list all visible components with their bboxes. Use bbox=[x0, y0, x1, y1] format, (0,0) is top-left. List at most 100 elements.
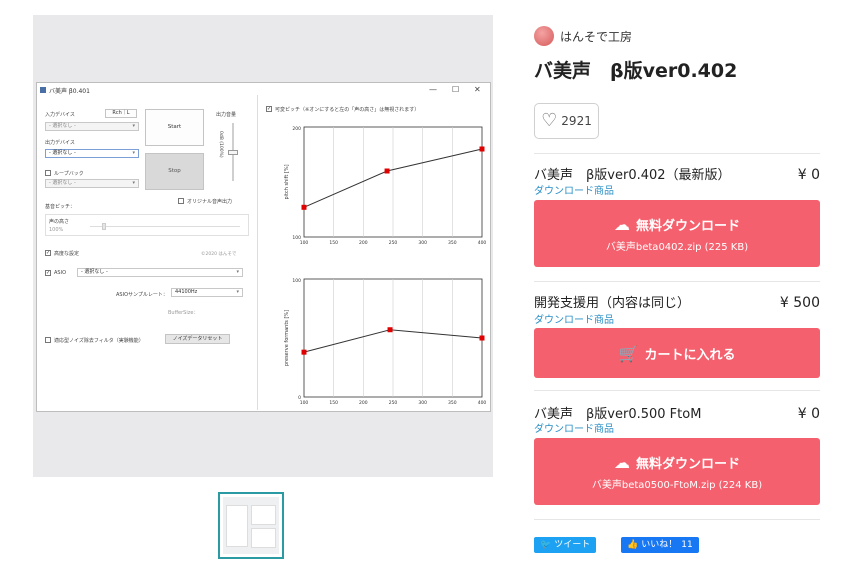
avatar bbox=[534, 26, 554, 46]
thumbs-up-icon: 👍 bbox=[627, 540, 639, 550]
chart-area: 100 150 200 250 300 350 400 200 100 pitch shift [… bbox=[284, 126, 487, 406]
data-point bbox=[479, 146, 485, 152]
add-to-cart-button[interactable]: 🛒 カートに入れる bbox=[534, 328, 820, 378]
app-titlebar: バ美声 β0.401 — ☐ ✕ bbox=[37, 83, 490, 97]
file-info: バ美声beta0500-FtoM.zip (224 KB) bbox=[591, 480, 763, 491]
x-tick-label: 150 bbox=[329, 400, 338, 406]
app-copyright: ©2020 はんそで bbox=[201, 252, 237, 257]
x-tick-label: 300 bbox=[418, 240, 427, 246]
panel-divider bbox=[257, 95, 258, 410]
item-price: ¥ 500 bbox=[779, 295, 820, 311]
y-axis-label: pitch shift [%] bbox=[284, 164, 290, 199]
original-output-checkbox bbox=[178, 198, 184, 204]
asio-checkbox: ✓ bbox=[45, 270, 51, 276]
thumbnail-left-panel bbox=[226, 505, 248, 547]
buffer-size-label: BufferSize： bbox=[168, 310, 199, 316]
item-type: ダウンロード商品 bbox=[534, 315, 614, 326]
y-tick-label: 0 bbox=[298, 395, 301, 401]
data-point bbox=[479, 335, 485, 341]
voice-height-thumb bbox=[102, 223, 106, 230]
cloud-download-icon: ☁ bbox=[613, 215, 630, 234]
cta-label: 無料ダウンロード bbox=[635, 219, 740, 234]
y-axis-label: preserve formants [%] bbox=[284, 310, 290, 366]
cloud-download-icon: ☁ bbox=[613, 453, 630, 472]
x-tick-label: 400 bbox=[478, 240, 487, 246]
x-tick-label: 400 bbox=[478, 400, 487, 406]
data-point bbox=[384, 168, 390, 174]
asio-select: - 選択なし - ▾ bbox=[77, 268, 243, 277]
creator-name: はんそで工房 bbox=[560, 29, 633, 44]
x-tick-label: 100 bbox=[300, 240, 309, 246]
variable-pitch-label: 可変ピッチ（※オンにすると左の「声の高さ」は無視されます） bbox=[275, 107, 420, 113]
item-type: ダウンロード商品 bbox=[534, 424, 614, 435]
close-icon: ✕ bbox=[474, 85, 481, 94]
volume-slider-thumb bbox=[228, 150, 238, 155]
output-volume-label: 出力音量 bbox=[216, 112, 237, 118]
app-icon bbox=[40, 87, 46, 93]
item-name: 開発支援用（内容は同じ） bbox=[534, 296, 691, 311]
item-price: ¥ 0 bbox=[797, 406, 820, 422]
data-point bbox=[301, 204, 307, 210]
file-info: バ美声beta0402.zip (225 KB) bbox=[605, 242, 749, 253]
voice-height-label: 声の高さ bbox=[49, 219, 70, 225]
x-tick-label: 300 bbox=[418, 400, 427, 406]
free-download-button[interactable]: ☁ 無料ダウンロード バ美声beta0500-FtoM.zip (224 KB) bbox=[534, 438, 820, 505]
item-name: バ美声 β版ver0.402（最新版） bbox=[534, 168, 731, 183]
heart-icon: ♡ bbox=[541, 110, 558, 131]
asio-label: ASIO bbox=[54, 270, 67, 276]
item-type: ダウンロード商品 bbox=[534, 186, 614, 197]
thumbnail-image bbox=[223, 497, 279, 554]
twitter-icon: 🐦 bbox=[540, 540, 552, 550]
y-tick-label: 200 bbox=[292, 126, 301, 132]
stop-button: Stop bbox=[145, 153, 204, 190]
product-title: バ美声 β版ver0.402 bbox=[534, 60, 738, 82]
cta-label: 無料ダウンロード bbox=[635, 457, 740, 472]
creator-link[interactable]: はんそで工房 bbox=[534, 26, 632, 46]
data-point bbox=[301, 349, 307, 355]
y-tick-label: 100 bbox=[292, 278, 301, 284]
x-tick-label: 100 bbox=[300, 400, 309, 406]
divider bbox=[534, 153, 820, 154]
fb-like-count: 11 bbox=[681, 540, 693, 550]
channel-toggle: Rch｜L bbox=[105, 109, 137, 118]
x-tick-label: 150 bbox=[329, 240, 338, 246]
divider bbox=[534, 281, 820, 282]
maximize-icon: ☐ bbox=[452, 85, 460, 94]
x-tick-label: 200 bbox=[359, 400, 368, 406]
x-tick-label: 200 bbox=[359, 240, 368, 246]
like-button[interactable]: ♡ 2921 bbox=[534, 103, 599, 139]
voice-height-slider bbox=[90, 226, 240, 227]
facebook-like-button[interactable]: 👍 いいね！ 11 bbox=[621, 537, 699, 553]
noise-reset-button: ノイズデータリセット bbox=[165, 334, 230, 344]
db-label: 0dB (100%) bbox=[218, 131, 223, 158]
minimize-icon: — bbox=[429, 85, 437, 94]
divider bbox=[534, 519, 820, 520]
thumbnail-chart-top bbox=[251, 505, 276, 525]
app-screenshot: バ美声 β0.401 — ☐ ✕ 入力デバイス Rch｜L - 選択なし - ▾ … bbox=[36, 82, 491, 412]
free-download-button[interactable]: ☁ 無料ダウンロード バ美声beta0402.zip (225 KB) bbox=[534, 200, 820, 267]
noise-filter-checkbox bbox=[45, 337, 51, 343]
divider bbox=[534, 390, 820, 391]
cart-icon: 🛒 bbox=[618, 344, 639, 363]
tweet-label: ツイート bbox=[554, 540, 591, 550]
start-button: Start bbox=[145, 109, 204, 146]
like-count: 2921 bbox=[561, 114, 592, 128]
x-tick-label: 350 bbox=[448, 400, 457, 406]
image-thumbnail[interactable] bbox=[218, 492, 284, 559]
input-device-label: 入力デバイス bbox=[45, 112, 75, 118]
voice-height-value: 100% bbox=[49, 227, 64, 233]
fb-like-label: いいね！ bbox=[641, 540, 678, 550]
app-title: バ美声 β0.401 bbox=[49, 88, 90, 95]
x-tick-label: 350 bbox=[448, 240, 457, 246]
tweet-button[interactable]: 🐦 ツイート bbox=[534, 537, 597, 553]
variable-pitch-checkbox: ✓ bbox=[266, 106, 272, 112]
base-pitch-label: 基音ピッチ： bbox=[45, 204, 76, 210]
data-point bbox=[387, 327, 393, 333]
advanced-label: 高度な設定 bbox=[54, 251, 80, 257]
loopback-label: ループバック bbox=[54, 171, 84, 177]
y-tick-label: 100 bbox=[292, 235, 301, 241]
noise-filter-label: 適応型ノイズ除去フィルタ（実験機能） bbox=[54, 338, 144, 344]
loopback-select: - 選択なし - ▾ bbox=[45, 179, 139, 188]
cta-label: カートに入れる bbox=[644, 348, 736, 363]
loopback-checkbox bbox=[45, 170, 51, 176]
